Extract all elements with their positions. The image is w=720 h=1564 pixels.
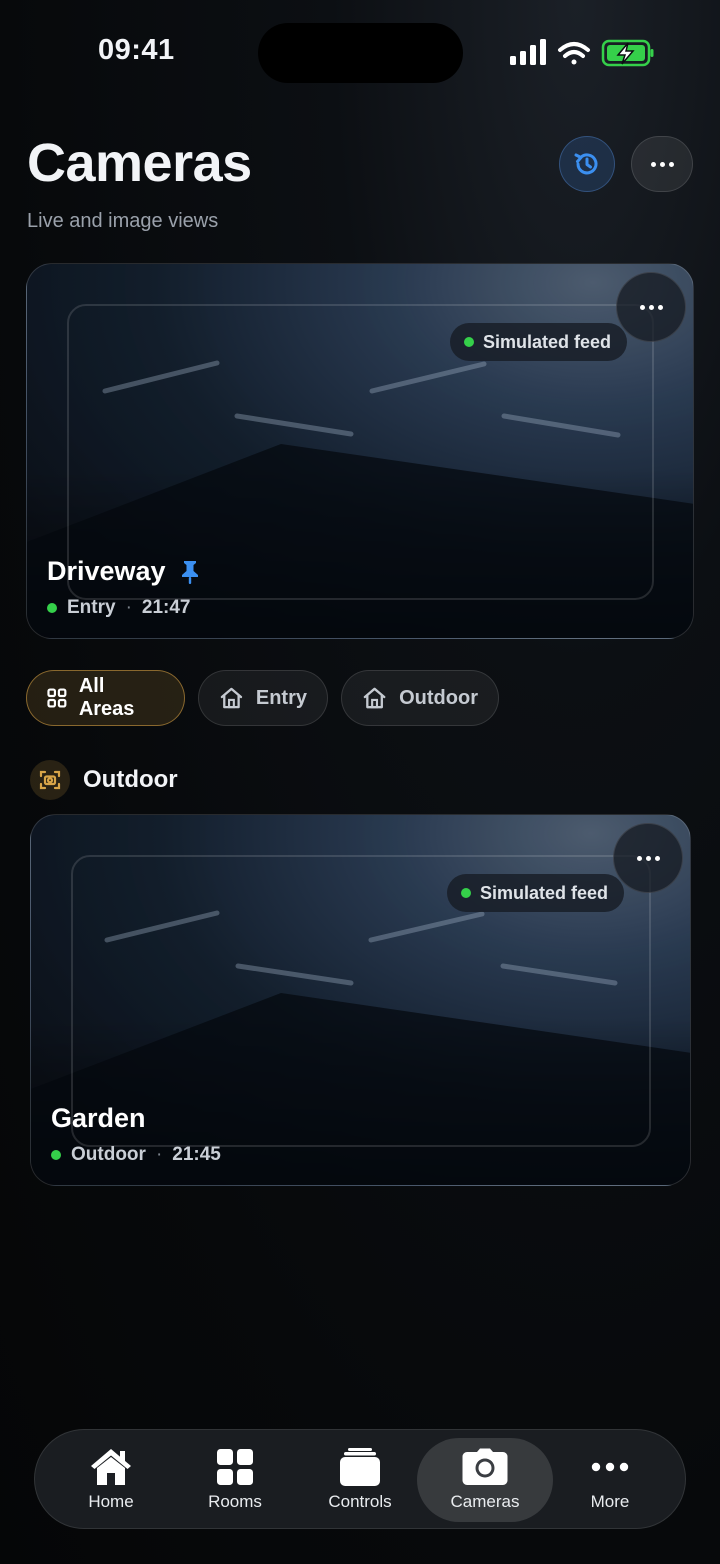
tab-more[interactable]: More	[542, 1438, 678, 1522]
status-dot	[47, 603, 57, 613]
header-more-button[interactable]	[631, 136, 693, 192]
more-icon	[591, 1462, 629, 1472]
filter-chip-outdoor[interactable]: Outdoor	[341, 670, 499, 726]
chip-label: All Areas	[78, 675, 135, 720]
tab-home[interactable]: Home	[43, 1438, 179, 1522]
featured-camera-card[interactable]: Simulated feed Driveway Entry · 21:47	[26, 263, 694, 639]
camera-name: Driveway	[47, 556, 200, 587]
camera-name-text: Driveway	[47, 556, 166, 586]
chip-label: Outdoor	[399, 686, 478, 709]
feed-status-pill: Simulated feed	[447, 874, 625, 912]
camera-more-button[interactable]	[613, 823, 683, 893]
filter-chip-entry[interactable]: Entry	[198, 670, 328, 726]
signal-icon	[510, 39, 546, 65]
status-dot	[51, 1150, 61, 1160]
section-icon	[30, 760, 70, 800]
filter-chip-all-areas[interactable]: All Areas	[26, 670, 185, 726]
tab-rooms[interactable]: Rooms	[167, 1438, 303, 1522]
battery-charging-icon	[601, 39, 654, 67]
live-dot	[461, 888, 471, 898]
page-title: Cameras	[27, 133, 252, 193]
tab-label: Cameras	[450, 1492, 520, 1511]
camera-name-text: Garden	[51, 1103, 146, 1133]
camera-icon	[462, 1448, 508, 1485]
dynamic-island	[258, 23, 463, 83]
tab-label: More	[590, 1492, 630, 1511]
camera-timestamp: 21:47	[141, 597, 191, 618]
live-dot	[464, 337, 474, 347]
tab-bar: Home Rooms Controls Cameras More	[34, 1429, 686, 1529]
house-icon	[91, 1449, 131, 1485]
history-icon	[574, 153, 598, 175]
section-title: Outdoor	[83, 766, 178, 793]
grid-squares-icon	[217, 1449, 253, 1485]
tab-label: Rooms	[208, 1492, 262, 1511]
chip-label: Entry	[255, 686, 307, 709]
feed-label: Simulated feed	[480, 882, 609, 903]
more-icon	[639, 304, 663, 310]
more-icon	[650, 161, 674, 167]
stacked-cards-icon	[340, 1448, 380, 1486]
tab-controls[interactable]: Controls	[292, 1438, 428, 1522]
camera-area: Outdoor	[71, 1144, 146, 1165]
wifi-icon	[558, 42, 590, 65]
feed-label: Simulated feed	[483, 331, 612, 352]
status-time: 09:41	[98, 34, 175, 66]
house-icon	[220, 687, 243, 709]
camera-timestamp: 21:45	[172, 1144, 221, 1165]
pin-icon	[181, 560, 198, 584]
camera-scan-icon	[39, 770, 61, 790]
meta-separator: ·	[125, 597, 132, 618]
house-icon	[363, 687, 386, 709]
more-icon	[636, 855, 660, 861]
camera-meta: Entry · 21:47	[47, 597, 191, 619]
tab-label: Home	[88, 1492, 134, 1511]
history-button[interactable]	[559, 136, 615, 192]
camera-card[interactable]: Simulated feed Garden Outdoor · 21:45	[30, 814, 691, 1186]
meta-separator: ·	[155, 1144, 163, 1165]
tab-cameras[interactable]: Cameras	[417, 1438, 553, 1522]
page-subtitle: Live and image views	[27, 210, 219, 232]
status-icons	[510, 39, 654, 67]
camera-area: Entry	[67, 597, 116, 618]
feed-status-pill: Simulated feed	[450, 323, 628, 361]
camera-more-button[interactable]	[616, 272, 686, 342]
tab-label: Controls	[328, 1492, 392, 1511]
grid-icon	[47, 688, 67, 708]
camera-name: Garden	[51, 1103, 146, 1134]
camera-meta: Outdoor · 21:45	[51, 1144, 221, 1166]
